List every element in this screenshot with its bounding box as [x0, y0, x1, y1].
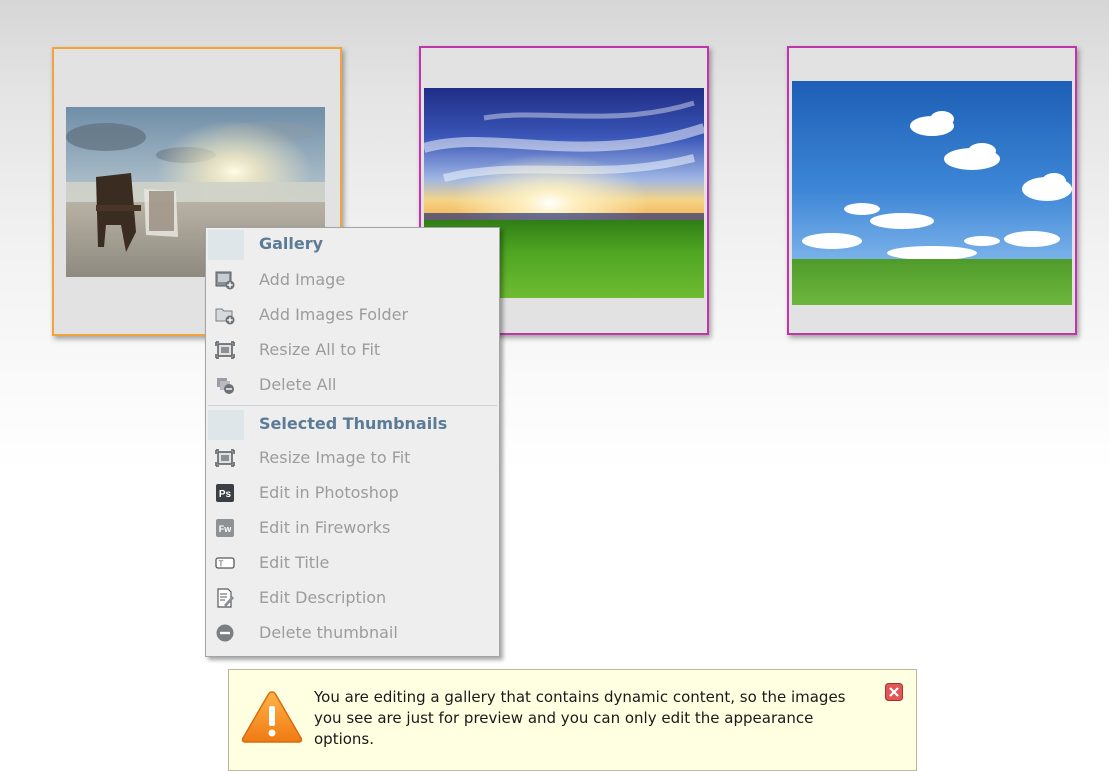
fireworks-icon: Fw [216, 519, 234, 537]
menu-item-delete-thumbnail-label: Delete thumbnail [259, 623, 398, 642]
context-menu: Gallery Add Image Add Images Folder Resi… [205, 227, 500, 657]
resize-icon [215, 341, 235, 359]
add-folder-icon [215, 308, 235, 325]
close-icon[interactable] [885, 683, 903, 701]
svg-text:Fw: Fw [219, 524, 232, 534]
menu-item-delete-all-label: Delete All [259, 375, 337, 394]
menu-item-edit-description[interactable]: Edit Description [206, 581, 499, 615]
menu-header-gallery-label: Gallery [259, 234, 324, 253]
title-icon: T [215, 557, 235, 569]
menu-item-edit-photoshop[interactable]: Ps Edit in Photoshop [206, 476, 499, 510]
notice-message: You are editing a gallery that contains … [314, 688, 846, 748]
photoshop-icon: Ps [216, 484, 234, 502]
menu-item-edit-fireworks-label: Edit in Fireworks [259, 518, 391, 537]
menu-item-add-image[interactable]: Add Image [206, 263, 499, 297]
menu-item-add-image-label: Add Image [259, 270, 346, 289]
menu-item-edit-photoshop-label: Edit in Photoshop [259, 483, 399, 502]
menu-header-gallery: Gallery [206, 228, 499, 262]
dynamic-content-notice: You are editing a gallery that contains … [228, 669, 917, 771]
menu-item-edit-title-label: Edit Title [259, 553, 330, 572]
menu-item-delete-all[interactable]: Delete All [206, 368, 499, 402]
menu-header-selected-label: Selected Thumbnails [259, 414, 448, 433]
menu-header-selected-thumbnails: Selected Thumbnails [206, 408, 499, 442]
resize-icon [215, 449, 235, 467]
add-image-icon [215, 271, 235, 290]
menu-item-add-images-folder-label: Add Images Folder [259, 305, 409, 324]
menu-item-edit-title[interactable]: T Edit Title [206, 546, 499, 580]
warning-icon [241, 691, 303, 743]
menu-item-add-images-folder[interactable]: Add Images Folder [206, 298, 499, 332]
menu-item-resize-image[interactable]: Resize Image to Fit [206, 441, 499, 475]
menu-item-resize-image-label: Resize Image to Fit [259, 448, 411, 467]
menu-item-resize-all[interactable]: Resize All to Fit [206, 333, 499, 367]
thumbnail-blue-sky[interactable] [787, 46, 1077, 335]
blue-sky-image [792, 81, 1072, 305]
menu-separator [208, 405, 497, 406]
menu-item-delete-thumbnail[interactable]: Delete thumbnail [206, 616, 499, 650]
menu-item-edit-fireworks[interactable]: Fw Edit in Fireworks [206, 511, 499, 545]
svg-text:Ps: Ps [219, 489, 232, 500]
description-icon [217, 588, 234, 608]
menu-item-edit-description-label: Edit Description [259, 588, 387, 607]
menu-item-resize-all-label: Resize All to Fit [259, 340, 381, 359]
delete-all-icon [217, 378, 234, 394]
svg-text:T: T [219, 560, 224, 569]
delete-thumbnail-icon [216, 624, 234, 642]
